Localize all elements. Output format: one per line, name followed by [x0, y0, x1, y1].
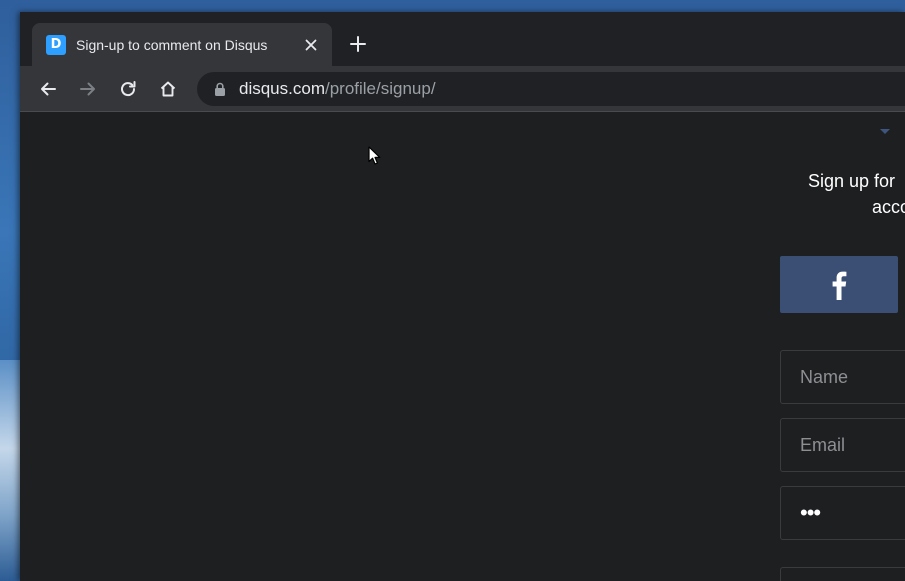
address-bar[interactable]: disqus.com/profile/signup/	[197, 72, 905, 106]
password-value: •••	[800, 500, 821, 525]
email-field[interactable]: Email	[780, 418, 905, 472]
intro-line-2: acco	[872, 197, 905, 217]
close-icon[interactable]	[300, 34, 322, 56]
name-field[interactable]: Name	[780, 350, 905, 404]
page-content: Sign up for acco Name Email •••	[20, 112, 905, 581]
plus-icon[interactable]	[346, 32, 370, 56]
desktop-wallpaper	[0, 360, 22, 581]
password-field[interactable]: •••	[780, 486, 905, 540]
intro-line-1: Sign up for	[808, 171, 896, 191]
heading-fragment	[864, 112, 904, 120]
email-placeholder: Email	[800, 434, 846, 455]
facebook-signup-button[interactable]	[780, 256, 898, 313]
browser-window: D Sign-up to comment on Disqus disqus.co…	[20, 12, 905, 581]
browser-toolbar: disqus.com/profile/signup/	[20, 66, 905, 112]
url-path: /profile/signup/	[324, 79, 436, 98]
facebook-icon	[832, 271, 847, 300]
tab-active[interactable]: D Sign-up to comment on Disqus	[32, 23, 332, 66]
reload-icon[interactable]	[115, 76, 141, 102]
signup-intro-text: Sign up for acco	[780, 168, 905, 220]
tab-title: Sign-up to comment on Disqus	[76, 36, 268, 53]
heading-underline-caret	[880, 129, 890, 134]
next-field-partial[interactable]	[780, 567, 905, 581]
url-text[interactable]: disqus.com/profile/signup/	[239, 79, 436, 99]
name-placeholder: Name	[800, 366, 849, 387]
home-icon[interactable]	[155, 76, 181, 102]
disqus-favicon-icon: D	[46, 34, 66, 55]
url-host: disqus.com	[239, 79, 325, 98]
arrow-right-icon[interactable]	[75, 76, 101, 102]
lock-icon[interactable]	[213, 82, 227, 96]
tab-strip: D Sign-up to comment on Disqus	[20, 12, 905, 66]
mouse-cursor-icon	[368, 146, 381, 165]
arrow-left-icon[interactable]	[35, 76, 61, 102]
